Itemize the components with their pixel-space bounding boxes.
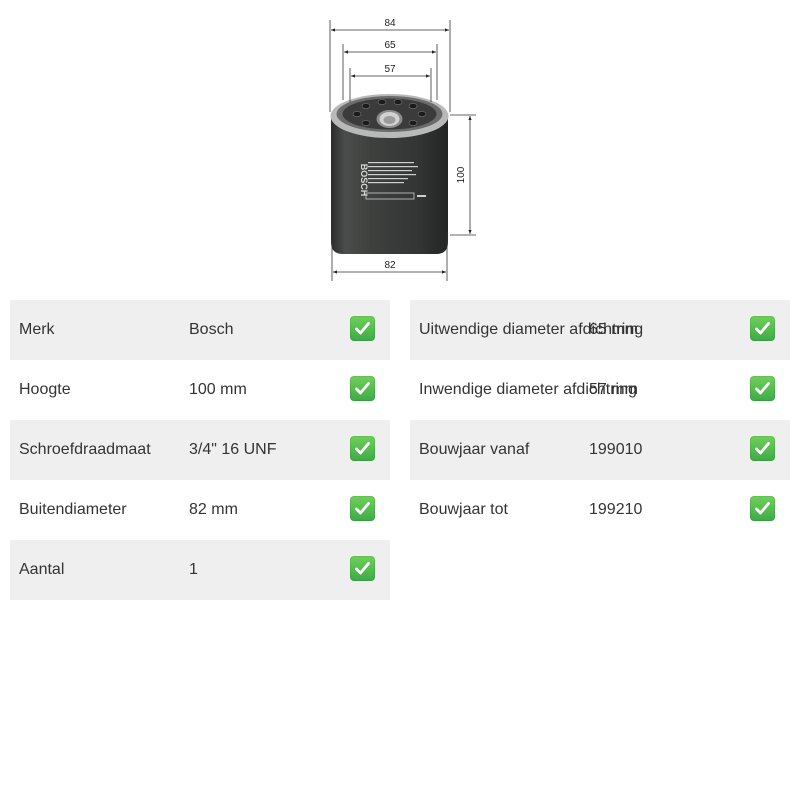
check-icon: [750, 436, 775, 461]
spec-label: Hoogte: [19, 381, 71, 398]
spec-row-uitwendige-diameter: Uitwendige diameter afdichtring 65 mm: [410, 300, 790, 360]
spec-row-bouwjaar-vanaf: Bouwjaar vanaf 199010: [410, 420, 790, 480]
spec-table-left: Merk Bosch Hoogte 100 mm Schroefdraadmaa…: [10, 300, 390, 600]
spec-label: Aantal: [19, 561, 65, 578]
dimension-label-gasket-outer: 65: [384, 40, 396, 51]
dimension-label-gasket-inner: 57: [384, 64, 396, 75]
spec-value: 57 mm: [589, 381, 638, 398]
spec-value: Bosch: [189, 321, 234, 338]
spec-value: 199210: [589, 501, 643, 518]
spec-label: Schroefdraadmaat: [19, 441, 151, 458]
spec-value: 65 mm: [589, 321, 638, 338]
spec-row-aantal: Aantal 1: [10, 540, 390, 600]
oil-filter-drawing: BOSCH 84 65 57 100 82: [329, 18, 476, 281]
dimension-label-body-diameter: 82: [384, 260, 396, 271]
spec-label: Bouwjaar vanaf: [419, 441, 530, 458]
spec-value: 82 mm: [189, 501, 238, 518]
check-icon: [350, 496, 375, 521]
check-icon: [750, 496, 775, 521]
spec-value: 100 mm: [189, 381, 247, 398]
spec-label: Buitendiameter: [19, 501, 127, 518]
check-icon: [750, 316, 775, 341]
spec-row-hoogte: Hoogte 100 mm: [10, 360, 390, 420]
dimension-label-height: 100: [456, 166, 467, 183]
spec-row-bouwjaar-tot: Bouwjaar tot 199210: [410, 480, 790, 540]
spec-value: 199010: [589, 441, 643, 458]
dimension-label-top-outer: 84: [384, 18, 396, 29]
spec-table-right: Uitwendige diameter afdichtring 65 mm In…: [410, 300, 790, 540]
spec-row-buitendiameter: Buitendiameter 82 mm: [10, 480, 390, 540]
check-icon: [350, 316, 375, 341]
spec-row-inwendige-diameter: Inwendige diameter afdichtring 57 mm: [410, 360, 790, 420]
spec-row-merk: Merk Bosch: [10, 300, 390, 360]
check-icon: [350, 376, 375, 401]
spec-value: 3/4" 16 UNF: [189, 441, 277, 458]
brand-mark: BOSCH: [359, 164, 369, 197]
spec-label: Merk: [19, 321, 55, 338]
check-icon: [750, 376, 775, 401]
spec-value: 1: [189, 561, 198, 578]
check-icon: [350, 556, 375, 581]
spec-row-schroefdraadmaat: Schroefdraadmaat 3/4" 16 UNF: [10, 420, 390, 480]
oil-filter-image: BOSCH: [330, 94, 449, 254]
check-icon: [350, 436, 375, 461]
spec-label: Bouwjaar tot: [419, 501, 508, 518]
